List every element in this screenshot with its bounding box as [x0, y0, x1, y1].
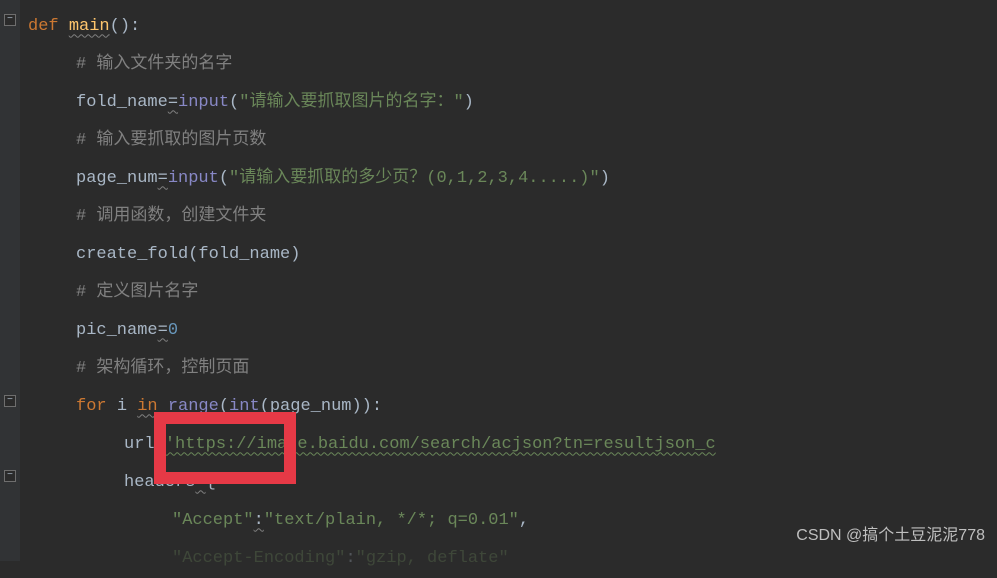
code-line[interactable]: for i in range(int(page_num)):: [28, 388, 997, 426]
operator: =: [168, 89, 178, 116]
code-area[interactable]: def main(): # 输入文件夹的名字 fold_name=input("…: [20, 0, 997, 561]
brace: {: [206, 469, 216, 496]
code-line[interactable]: def main():: [28, 8, 997, 46]
string-literal: "请输入要抓取的多少页？(0,1,2,3,4.....)": [229, 165, 600, 192]
dict-value: "text/plain, */*; q=0.01": [264, 507, 519, 534]
code-line[interactable]: headers={: [28, 464, 997, 502]
comment: # 输入文件夹的名字: [76, 51, 232, 78]
variable: i: [117, 393, 127, 420]
code-line[interactable]: # 调用函数，创建文件夹: [28, 198, 997, 236]
paren: (: [219, 393, 229, 420]
paren: ): [290, 241, 300, 268]
comment: # 调用函数，创建文件夹: [76, 203, 266, 230]
code-editor[interactable]: − − − def main(): # 输入文件夹的名字 fold_name=i…: [0, 0, 997, 561]
operator: =: [155, 431, 165, 458]
comment: # 定义图片名字: [76, 279, 198, 306]
code-line[interactable]: create_fold(fold_name): [28, 236, 997, 274]
argument: page_num: [270, 393, 352, 420]
string-literal: 'https://image.baidu.com/search/acjson?t…: [165, 431, 716, 458]
dict-value: "gzip, deflate": [356, 545, 509, 572]
paren: )):: [351, 393, 382, 420]
code-line[interactable]: pic_name=0: [28, 312, 997, 350]
fold-marker-icon[interactable]: −: [4, 395, 16, 407]
fold-marker-icon[interactable]: −: [4, 14, 16, 26]
code-line[interactable]: page_num=input("请输入要抓取的多少页？(0,1,2,3,4...…: [28, 160, 997, 198]
watermark: CSDN @搞个土豆泥泥778: [796, 523, 985, 549]
keyword-for: for: [76, 393, 107, 420]
paren: (: [219, 165, 229, 192]
builtin: input: [178, 89, 229, 116]
keyword-def: def: [28, 13, 59, 40]
paren: (: [260, 393, 270, 420]
paren: (: [229, 89, 239, 116]
code-line[interactable]: # 输入要抓取的图片页数: [28, 122, 997, 160]
code-line[interactable]: fold_name=input("请输入要抓取图片的名字："): [28, 84, 997, 122]
paren: ): [464, 89, 474, 116]
number-literal: 0: [168, 317, 178, 344]
operator: =: [158, 317, 168, 344]
colon: :: [345, 545, 355, 572]
builtin: int: [229, 393, 260, 420]
argument: fold_name: [198, 241, 290, 268]
keyword-in: in: [137, 393, 157, 420]
function-name: main: [69, 13, 110, 40]
dict-key: "Accept": [172, 507, 254, 534]
dict-key: "Accept-Encoding": [172, 545, 345, 572]
variable: headers: [124, 469, 195, 496]
builtin: range: [168, 393, 219, 420]
comment: # 架构循环，控制页面: [76, 355, 249, 382]
function-call: create_fold: [76, 241, 188, 268]
operator: =: [158, 165, 168, 192]
code-line[interactable]: # 定义图片名字: [28, 274, 997, 312]
variable: fold_name: [76, 89, 168, 116]
builtin: input: [168, 165, 219, 192]
fold-marker-icon[interactable]: −: [4, 470, 16, 482]
gutter: − − −: [0, 0, 20, 561]
parens: ():: [110, 13, 141, 40]
operator: =: [195, 469, 205, 496]
paren: ): [600, 165, 610, 192]
code-line[interactable]: url='https://image.baidu.com/search/acjs…: [28, 426, 997, 464]
comma: ,: [519, 507, 529, 534]
comment: # 输入要抓取的图片页数: [76, 127, 266, 154]
variable: pic_name: [76, 317, 158, 344]
variable: page_num: [76, 165, 158, 192]
code-line[interactable]: # 输入文件夹的名字: [28, 46, 997, 84]
paren: (: [188, 241, 198, 268]
string-literal: "请输入要抓取图片的名字：": [239, 89, 463, 116]
colon: :: [254, 507, 264, 534]
code-line[interactable]: # 架构循环，控制页面: [28, 350, 997, 388]
variable: url: [124, 431, 155, 458]
